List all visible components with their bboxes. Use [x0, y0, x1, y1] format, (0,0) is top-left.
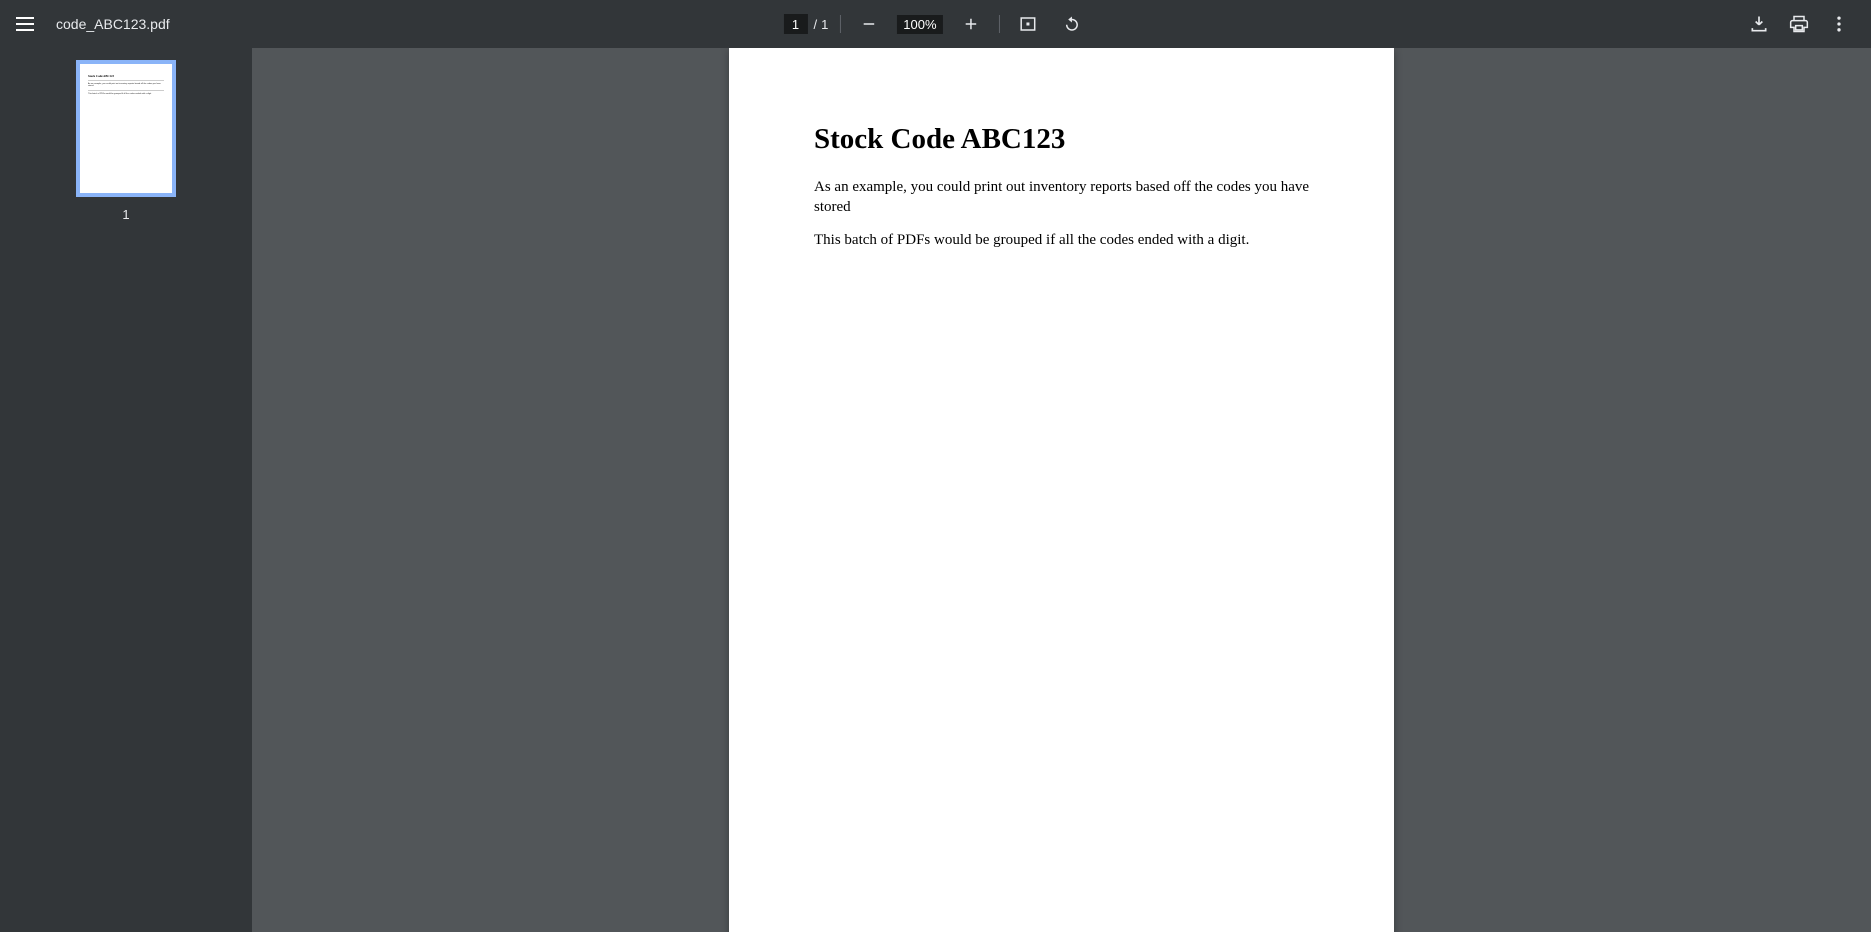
main-area: Stock Code ABC123 As an example, you cou…: [0, 48, 1871, 932]
rotate-icon: [1063, 15, 1081, 33]
zoom-level-display[interactable]: 100%: [897, 15, 942, 34]
download-button[interactable]: [1743, 8, 1775, 40]
document-paragraph-2: This batch of PDFs would be grouped if a…: [814, 231, 1309, 251]
total-pages: 1: [821, 17, 828, 32]
print-button[interactable]: [1783, 8, 1815, 40]
document-title: Stock Code ABC123: [814, 123, 1309, 156]
document-page: Stock Code ABC123 As an example, you cou…: [729, 48, 1394, 932]
current-page-input[interactable]: [783, 14, 807, 34]
thumb-text-1: As an example, you could print out inven…: [88, 83, 164, 89]
page-thumbnail-1[interactable]: Stock Code ABC123 As an example, you cou…: [76, 60, 176, 197]
document-filename: code_ABC123.pdf: [56, 16, 170, 32]
page-separator: /: [813, 17, 817, 32]
thumbnail-wrapper: Stock Code ABC123 As an example, you cou…: [76, 60, 176, 222]
toolbar-divider: [999, 15, 1000, 33]
plus-icon: [962, 15, 980, 33]
thumb-text-2: This batch of PDFs would be grouped if a…: [88, 93, 164, 96]
page-navigation: / 1: [783, 14, 828, 34]
thumbnail-page-number: 1: [122, 207, 129, 222]
rotate-button[interactable]: [1056, 8, 1088, 40]
toolbar-center-group: / 1 100%: [783, 8, 1087, 40]
document-paragraph-1: As an example, you could print out inven…: [814, 178, 1309, 217]
fit-page-icon: [1019, 15, 1037, 33]
download-icon: [1749, 14, 1769, 34]
more-options-button[interactable]: [1823, 8, 1855, 40]
thumbnail-sidebar: Stock Code ABC123 As an example, you cou…: [0, 48, 252, 932]
zoom-out-button[interactable]: [853, 8, 885, 40]
toolbar-right-group: [1743, 8, 1855, 40]
toolbar-divider: [840, 15, 841, 33]
more-vert-icon: [1829, 14, 1849, 34]
fit-to-page-button[interactable]: [1012, 8, 1044, 40]
toolbar-left-group: code_ABC123.pdf: [16, 12, 170, 36]
thumb-title: Stock Code ABC123: [88, 74, 164, 78]
minus-icon: [860, 15, 878, 33]
zoom-in-button[interactable]: [955, 8, 987, 40]
menu-icon[interactable]: [16, 12, 40, 36]
pdf-toolbar: code_ABC123.pdf / 1 100%: [0, 0, 1871, 48]
print-icon: [1789, 14, 1809, 34]
document-viewport[interactable]: Stock Code ABC123 As an example, you cou…: [252, 48, 1871, 932]
